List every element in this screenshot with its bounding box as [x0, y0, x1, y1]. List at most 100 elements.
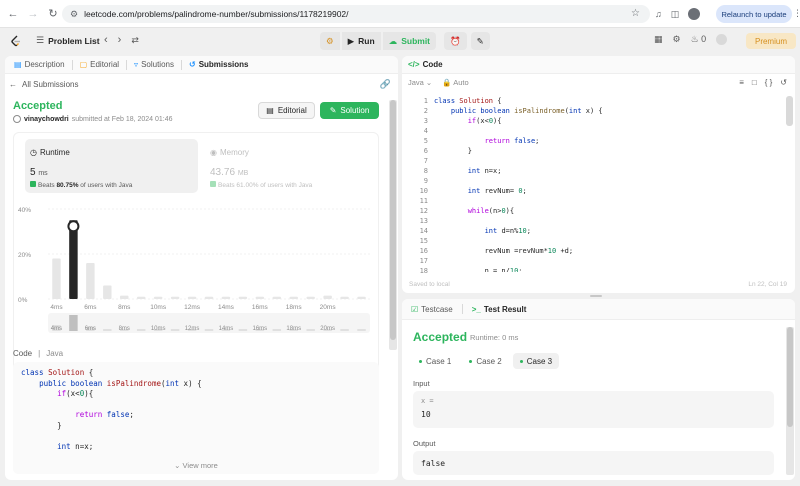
user-avatar[interactable]	[716, 34, 728, 45]
runtime-beats-percent: 80.75%	[56, 182, 79, 189]
media-icon[interactable]: ♫	[655, 9, 662, 19]
input-variable: x =	[421, 397, 434, 405]
line-number: 3	[423, 117, 428, 125]
panel-resize-handle[interactable]	[590, 295, 602, 297]
overview-bar	[238, 329, 248, 331]
submitter-username[interactable]: vinaychowdri	[24, 116, 69, 123]
language-select[interactable]: Java ⌄	[408, 78, 432, 87]
tab-submissions[interactable]: ↺ Submissions	[186, 60, 252, 69]
notes-button[interactable]: ✎	[470, 32, 490, 50]
leetcode-header: ☰ Problem List ‹ › ⇄ ⚙ ▶ Run ☁ Submit ⏰ …	[0, 28, 800, 54]
streak-fire-icon[interactable]: ♨ 0	[691, 34, 707, 45]
editor-scrollbar[interactable]	[786, 96, 793, 126]
overview-tick-label: 6ms	[85, 326, 96, 332]
profile-avatar[interactable]	[688, 8, 701, 20]
problem-list-link[interactable]: ☰ Problem List	[36, 35, 100, 46]
input-label: Input	[413, 379, 430, 388]
timer-button[interactable]: ⏰	[444, 32, 467, 50]
settings-gear-icon[interactable]: ⚙	[673, 34, 681, 45]
editorial-button-label: Editorial	[277, 106, 307, 115]
runtime-value: 5 ms	[30, 167, 48, 178]
tab-solutions-label: Solutions	[141, 60, 174, 69]
runtime-box[interactable]: ◷ Runtime 5 ms Beats 80.75% of users wit…	[25, 139, 198, 193]
back-arrow-icon[interactable]: ←	[6, 7, 20, 21]
line-number: 8	[423, 167, 428, 175]
share-link-icon[interactable]: 🔗	[380, 79, 391, 90]
tab-editorial[interactable]: ▢ Editorial	[77, 60, 122, 69]
header-divider: |	[38, 349, 41, 358]
site-info-icon[interactable]: ⚙	[70, 9, 78, 20]
document-icon: ▤	[14, 60, 22, 69]
histogram-bar	[255, 296, 265, 299]
cursor-position: Ln 22, Col 19	[748, 281, 787, 288]
braces-icon[interactable]: { }	[765, 78, 773, 87]
submit-button[interactable]: ☁ Submit	[382, 32, 437, 50]
tab-testcase-label: Testcase	[421, 304, 453, 314]
bookmark-star-icon[interactable]: ☆	[631, 8, 640, 19]
editorial-button[interactable]: ▤ Editorial	[258, 102, 315, 119]
x-tick-label: 4ms	[50, 304, 63, 311]
pass-dot-icon	[419, 359, 422, 363]
shuffle-icon[interactable]: ⇄	[131, 35, 139, 46]
view-more-button[interactable]: ⌄ View more	[13, 461, 379, 470]
memory-box[interactable]: ◉ Memory 43.76 MB Beats 61.00% of users …	[206, 139, 366, 193]
editor-code[interactable]: class Solution { public boolean isPalind…	[434, 96, 603, 272]
line-number: 13	[419, 217, 428, 225]
case-1-tab[interactable]: Case 1	[412, 353, 458, 369]
premium-button[interactable]: Premium	[746, 33, 796, 49]
solution-button-label: Solution	[340, 106, 370, 115]
result-scrollbar[interactable]	[786, 327, 794, 475]
format-icon[interactable]: ≡	[739, 78, 744, 87]
sidepanel-icon[interactable]: ◫	[671, 9, 680, 20]
problem-nav: ‹ › ⇄	[104, 34, 139, 46]
case-2-tab[interactable]: Case 2	[462, 353, 508, 369]
leetcode-logo-icon[interactable]	[10, 35, 22, 47]
reset-icon[interactable]: ↺	[780, 78, 787, 87]
scrollbar-thumb[interactable]	[787, 327, 793, 427]
memory-number: 43.76	[210, 167, 236, 178]
browser-menu-icon[interactable]: ⋮	[793, 8, 800, 19]
tab-description[interactable]: ▤ Description	[11, 60, 68, 69]
line-number: 4	[423, 127, 428, 135]
tab-testcase[interactable]: ☑ Testcase	[408, 305, 456, 314]
scrollbar-thumb[interactable]	[390, 100, 396, 340]
run-button[interactable]: ▶ Run	[341, 32, 381, 50]
next-problem-icon[interactable]: ›	[118, 34, 122, 46]
memory-value: 43.76 MB	[210, 167, 248, 178]
play-icon: ▶	[347, 35, 355, 46]
prev-problem-icon[interactable]: ‹	[104, 34, 108, 46]
left-panel-scrollbar[interactable]	[389, 100, 397, 350]
alarm-icon: ⏰	[450, 35, 461, 46]
memory-unit: MB	[237, 170, 249, 177]
all-submissions-link[interactable]: ← All Submissions	[9, 80, 78, 89]
submitted-code: class Solution { public boolean isPalind…	[13, 362, 379, 474]
bookmark-icon[interactable]: □	[752, 78, 757, 87]
tab-solutions[interactable]: ▿ Solutions	[131, 60, 177, 69]
histogram-bar	[340, 296, 349, 299]
relaunch-button[interactable]: Relaunch to update	[716, 5, 792, 23]
submitter-info: vinaychowdri submitted at Feb 18, 2024 0…	[13, 115, 173, 123]
forward-arrow-icon[interactable]: →	[26, 7, 40, 21]
layout-grid-icon[interactable]: ▦	[654, 34, 663, 45]
histogram-bar	[52, 258, 61, 299]
overview-tick-label: 12ms	[185, 326, 200, 332]
editor-tab-label[interactable]: Code	[423, 60, 443, 69]
overview-bar	[306, 329, 315, 331]
histogram-bar	[204, 296, 214, 299]
case-1-label: Case 1	[426, 356, 452, 366]
debug-button[interactable]: ⚙	[320, 32, 340, 50]
auto-mode[interactable]: 🔒 Auto	[442, 78, 468, 87]
tab-test-result[interactable]: >_ Test Result	[469, 305, 530, 314]
case-3-tab[interactable]: Case 3	[512, 353, 560, 369]
line-number: 18	[419, 267, 428, 275]
y-tick-label: 0%	[18, 297, 28, 304]
code-section-label: Code	[13, 349, 33, 358]
reload-icon[interactable]: ↻	[46, 7, 60, 21]
address-bar[interactable]: ⚙ leetcode.com/problems/palindrome-numbe…	[62, 5, 650, 23]
runtime-beats-prefix: Beats	[38, 182, 55, 189]
solution-button[interactable]: ✎ Solution	[320, 102, 379, 119]
y-tick-label: 20%	[18, 252, 31, 259]
line-number: 14	[419, 227, 428, 235]
overview-tick-label: 14ms	[219, 326, 234, 332]
code-section-header: Code | Java	[13, 349, 63, 358]
